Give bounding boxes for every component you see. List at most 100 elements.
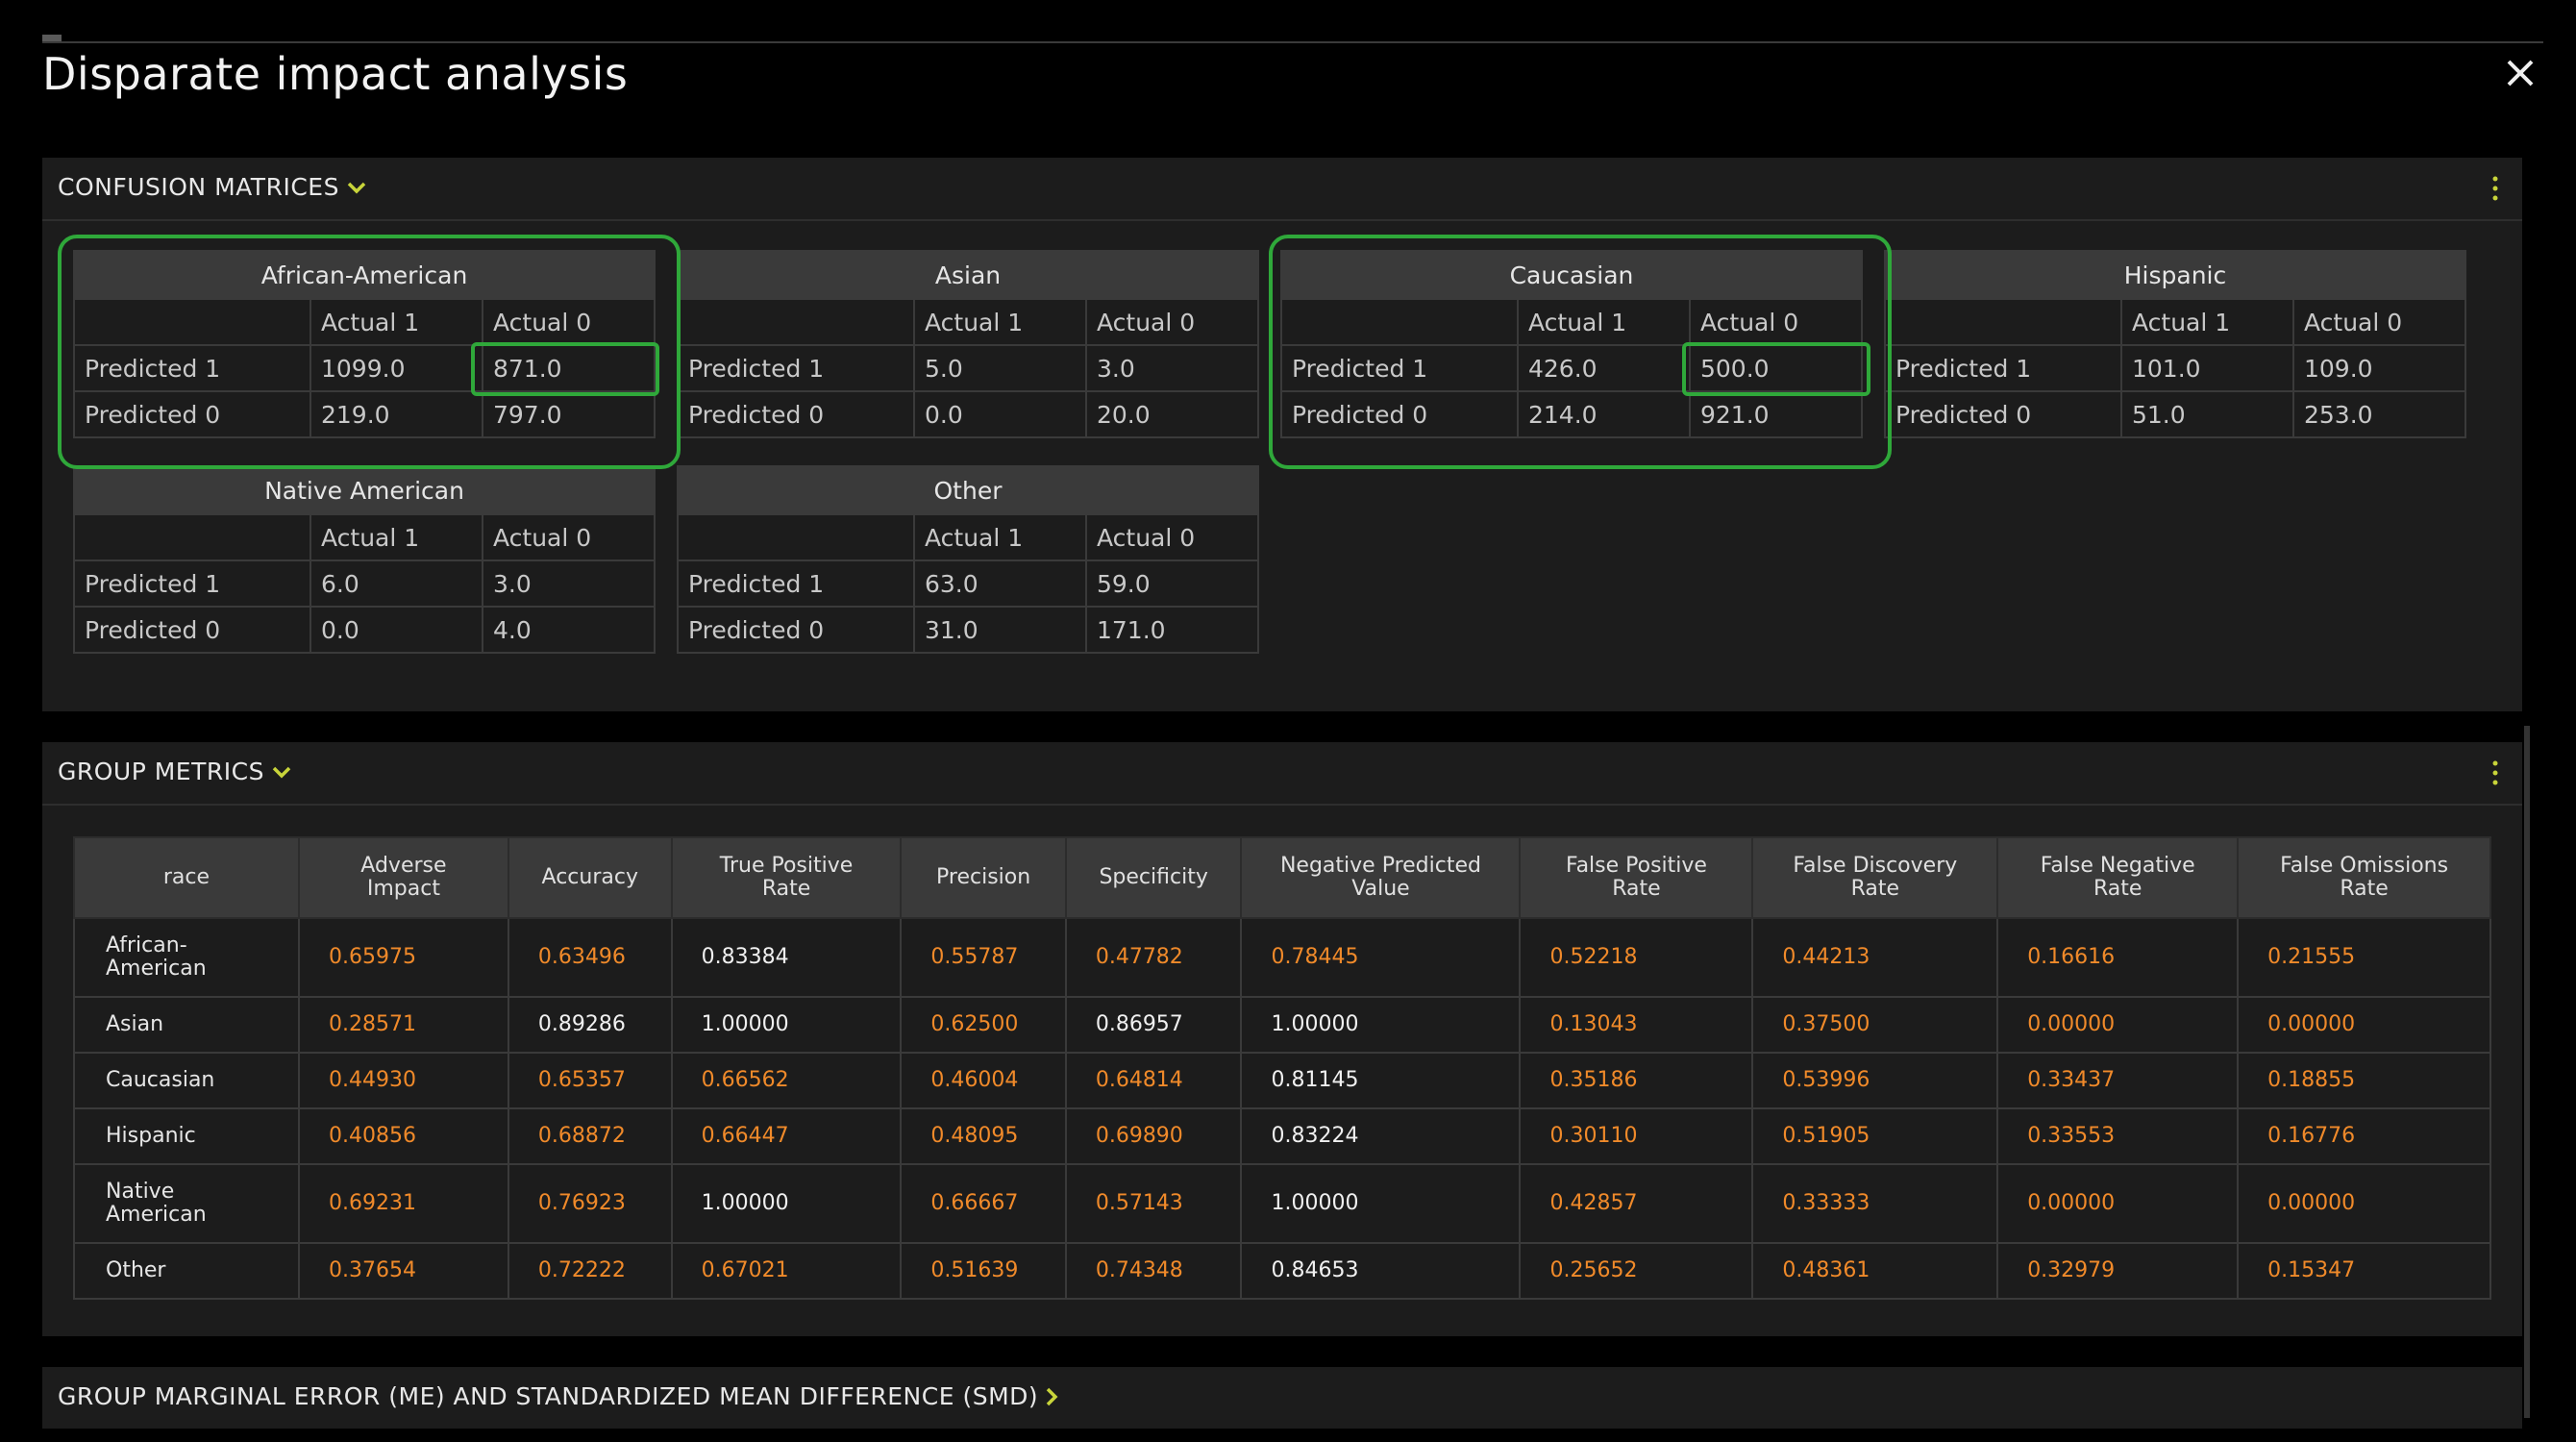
metric-cell: 0.69890 xyxy=(1064,1107,1243,1165)
metric-cell: 0.83384 xyxy=(670,917,903,998)
metric-cell: 0.66562 xyxy=(670,1052,903,1109)
cell-highlight xyxy=(1682,342,1870,396)
matrix-cell: 51.0 xyxy=(2120,390,2294,438)
matrix-cell: 59.0 xyxy=(1085,559,1259,608)
col-header: Actual 0 xyxy=(2292,298,2466,346)
matrix-cell: 0.0 xyxy=(310,606,483,654)
metric-cell: 0.64814 xyxy=(1064,1052,1243,1109)
me-smd-panel: GROUP MARGINAL ERROR (ME) AND STANDARDIZ… xyxy=(42,1367,2522,1429)
metric-cell: 0.21555 xyxy=(2237,917,2491,998)
metric-cell: 0.37500 xyxy=(1751,996,1999,1054)
matrix-group-name: Native American xyxy=(73,465,656,515)
metric-cell: 0.33437 xyxy=(1996,1052,2240,1109)
row-header: Predicted 0 xyxy=(73,606,311,654)
matrix-cell: 3.0 xyxy=(1085,344,1259,392)
row-header: Predicted 0 xyxy=(1884,390,2122,438)
group-metrics-header[interactable]: GROUP METRICS xyxy=(42,742,2522,806)
confusion-matrices-header[interactable]: CONFUSION MATRICES xyxy=(42,158,2522,221)
metric-cell: 0.66667 xyxy=(900,1163,1067,1244)
col-header: Actual 0 xyxy=(1085,513,1259,561)
row-header: Predicted 1 xyxy=(677,344,915,392)
me-smd-header[interactable]: GROUP MARGINAL ERROR (ME) AND STANDARDIZ… xyxy=(42,1367,2522,1429)
matrix-corner xyxy=(677,298,915,346)
table-header-row: race Adverse Impact Accuracy True Positive … xyxy=(73,836,2491,919)
col-header: Actual 1 xyxy=(310,513,483,561)
cell-highlight xyxy=(471,342,659,396)
metric-cell: 0.62500 xyxy=(900,996,1067,1054)
matrix-cell: 31.0 xyxy=(913,606,1087,654)
chevron-right-icon[interactable] xyxy=(1044,1385,1059,1408)
metric-cell: 0.16616 xyxy=(1996,917,2240,998)
metric-cell: 0.55787 xyxy=(900,917,1067,998)
metric-cell: 0.89286 xyxy=(507,996,673,1054)
column-header: Adverse Impact xyxy=(297,836,509,919)
metric-cell: 0.18855 xyxy=(2237,1052,2491,1109)
table-row: Asian 0.28571 0.89286 1.00000 0.62500 0.86957… xyxy=(73,996,2491,1054)
dialog-title: Disparate impact analysis xyxy=(42,48,629,100)
matrix-cell: 171.0 xyxy=(1085,606,1259,654)
race-cell: Asian xyxy=(73,996,300,1054)
metric-cell: 1.00000 xyxy=(1240,996,1522,1054)
race-cell: Other xyxy=(73,1242,300,1300)
confusion-matrix: Other Actual 1 Actual 0 Predicted 1 63.0 59.0… xyxy=(677,465,1259,654)
column-header: race xyxy=(73,836,300,919)
scrollbar[interactable] xyxy=(2524,726,2530,1418)
metric-cell: 0.81145 xyxy=(1240,1052,1522,1109)
metric-cell: 0.57143 xyxy=(1064,1163,1243,1244)
row-header: Predicted 1 xyxy=(1884,344,2122,392)
metric-cell: 0.48361 xyxy=(1751,1242,1999,1300)
metric-cell: 0.28571 xyxy=(297,996,509,1054)
metric-cell: 0.13043 xyxy=(1519,996,1754,1054)
metric-cell: 0.63496 xyxy=(507,917,673,998)
section-title[interactable]: CONFUSION MATRICES xyxy=(58,173,368,201)
group-metrics-table: race Adverse Impact Accuracy True Positive … xyxy=(73,836,2491,1300)
metric-cell: 0.42857 xyxy=(1519,1163,1754,1244)
metric-cell: 0.65357 xyxy=(507,1052,673,1109)
section-title[interactable]: GROUP METRICS xyxy=(58,758,293,785)
metric-cell: 0.00000 xyxy=(1996,996,2240,1054)
table-row: Other 0.37654 0.72222 0.67021 0.51639 0.74348… xyxy=(73,1242,2491,1300)
metric-cell: 0.33553 xyxy=(1996,1107,2240,1165)
matrix-cell: 63.0 xyxy=(913,559,1087,608)
race-cell: Hispanic xyxy=(73,1107,300,1165)
metric-cell: 0.37654 xyxy=(297,1242,509,1300)
chevron-down-icon[interactable] xyxy=(270,764,293,780)
column-header: False Positive Rate xyxy=(1519,836,1754,919)
metric-cell: 0.16776 xyxy=(2237,1107,2491,1165)
metric-cell: 0.53996 xyxy=(1751,1052,1999,1109)
matrix-corner xyxy=(1884,298,2122,346)
metric-cell: 0.25652 xyxy=(1519,1242,1754,1300)
row-header: Predicted 1 xyxy=(677,559,915,608)
col-header: Actual 1 xyxy=(2120,298,2294,346)
kebab-menu-icon[interactable] xyxy=(2491,759,2499,786)
table-row: Hispanic 0.40856 0.68872 0.66447 0.48095 0.69… xyxy=(73,1107,2491,1165)
confusion-matrix: Hispanic Actual 1 Actual 0 Predicted 1 101.0… xyxy=(1884,250,2466,438)
confusion-matrix: Asian Actual 1 Actual 0 Predicted 1 5.0 3.0 Pr… xyxy=(677,250,1259,438)
metric-cell: 0.78445 xyxy=(1240,917,1522,998)
metric-cell: 0.52218 xyxy=(1519,917,1754,998)
table-row: African- American 0.65975 0.63496 0.83384 0.… xyxy=(73,917,2491,998)
matrix-cell: 3.0 xyxy=(482,559,656,608)
matrix-cell: 0.0 xyxy=(913,390,1087,438)
metric-cell: 0.76923 xyxy=(507,1163,673,1244)
section-title[interactable]: GROUP MARGINAL ERROR (ME) AND STANDARDIZ… xyxy=(58,1382,1059,1410)
column-header: Precision xyxy=(900,836,1067,919)
race-cell: Caucasian xyxy=(73,1052,300,1109)
matrix-cell: 4.0 xyxy=(482,606,656,654)
metric-cell: 1.00000 xyxy=(670,1163,903,1244)
metric-cell: 0.65975 xyxy=(297,917,509,998)
metric-cell: 0.44213 xyxy=(1751,917,1999,998)
column-header: Specificity xyxy=(1064,836,1243,919)
chevron-down-icon[interactable] xyxy=(345,180,368,195)
matrix-corner xyxy=(73,513,311,561)
metric-cell: 0.15347 xyxy=(2237,1242,2491,1300)
metric-cell: 0.72222 xyxy=(507,1242,673,1300)
kebab-menu-icon[interactable] xyxy=(2491,175,2499,202)
matrix-cell: 5.0 xyxy=(913,344,1087,392)
confusion-matrix: Native American Actual 1 Actual 0 Predicted… xyxy=(73,465,656,654)
matrix-group-name: Asian xyxy=(677,250,1259,300)
metric-cell: 0.51639 xyxy=(900,1242,1067,1300)
metric-cell: 0.00000 xyxy=(1996,1163,2240,1244)
column-header: Negative Predicted Value xyxy=(1240,836,1522,919)
close-icon[interactable] xyxy=(2501,54,2539,92)
